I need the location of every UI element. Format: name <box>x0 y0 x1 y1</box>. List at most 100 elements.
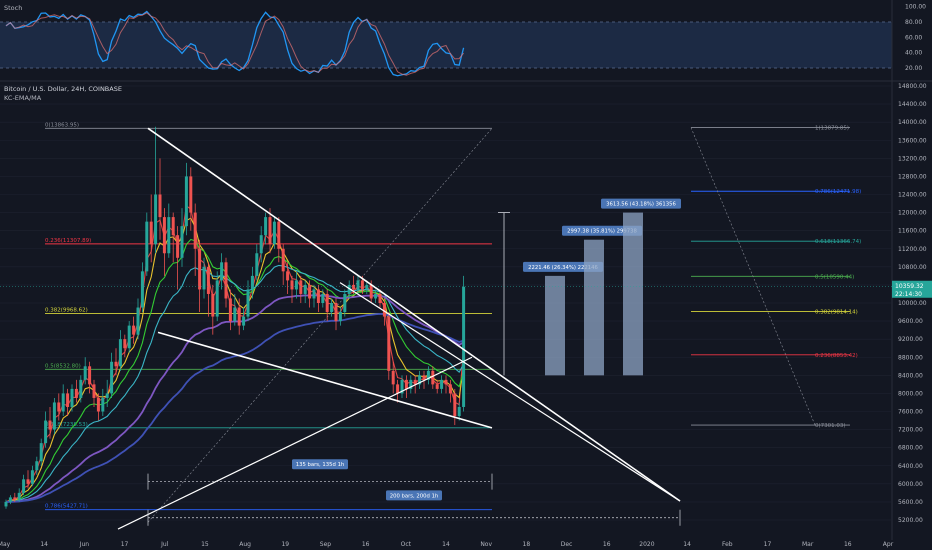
candle-body <box>224 262 228 299</box>
time-tick-label: 14 <box>683 541 691 548</box>
candle-body <box>132 325 136 335</box>
price-tick-label: 6000.00 <box>898 481 923 488</box>
price-tick-label: 7600.00 <box>898 409 923 416</box>
candle-body <box>237 307 241 326</box>
candle-body <box>35 461 39 471</box>
candle-body <box>264 217 268 236</box>
fib-level-label: 0.236(11307.89) <box>45 238 91 244</box>
time-tick-label: 14 <box>40 541 48 548</box>
candle-body <box>391 370 395 385</box>
candle-body <box>110 361 114 394</box>
price-tick-label: 8400.00 <box>898 372 923 379</box>
projection-bar[interactable] <box>623 212 643 376</box>
fib-level-label: 0.618(11366.74) <box>815 239 861 245</box>
candle-body <box>83 366 87 380</box>
candle-body <box>228 298 232 322</box>
fib-level-label: 0(13863.95) <box>45 122 79 128</box>
price-tick-label: 8000.00 <box>898 390 923 397</box>
candle-body <box>334 303 338 322</box>
candle-body <box>145 221 149 272</box>
candle-body <box>74 388 78 398</box>
price-tick-label: 12800.00 <box>898 173 927 180</box>
candle-body <box>277 221 281 249</box>
price-tick-label: 5600.00 <box>898 499 923 506</box>
candle-body <box>272 221 276 245</box>
candle-body <box>48 420 52 430</box>
projection-label: 3613.56 (43.18%) 361356 <box>606 202 676 208</box>
time-tick-label: 18 <box>523 541 531 548</box>
fib-level-label: 0(7301.03) <box>815 423 846 429</box>
candle-body <box>259 235 263 254</box>
price-tick-label: 6800.00 <box>898 445 923 452</box>
projection-bar[interactable] <box>584 239 604 376</box>
candle-body <box>176 235 180 258</box>
fib-level-label: 0.382(9968.62) <box>45 307 88 313</box>
candle-body <box>294 280 298 290</box>
candle-body <box>13 497 17 500</box>
candle-body <box>127 325 131 349</box>
date-range-label: 200 bars, 200d 1h <box>390 493 439 499</box>
price-tick-label: 11600.00 <box>898 228 927 235</box>
candle-body <box>202 266 206 290</box>
time-tick-label: Feb <box>722 541 733 548</box>
candle-body <box>171 217 175 236</box>
candle-body <box>316 289 320 303</box>
time-tick-label: 17 <box>121 541 129 548</box>
stoch-tick-label: 20.00 <box>905 65 922 72</box>
price-tick-label: 14000.00 <box>898 119 927 126</box>
current-price-label: 10359.32 <box>895 283 924 290</box>
candle-body <box>356 280 360 290</box>
projection-bar[interactable] <box>545 275 565 376</box>
time-tick-label: May <box>0 541 11 548</box>
price-tick-label: 10800.00 <box>898 264 927 271</box>
candle-body <box>39 443 43 462</box>
candle-body <box>66 393 70 407</box>
time-tick-label: 17 <box>764 541 772 548</box>
candle-body <box>26 479 30 484</box>
candle-body <box>57 402 61 412</box>
time-tick-label: Dec <box>561 541 573 548</box>
candle-body <box>22 479 26 493</box>
candle-body <box>382 303 386 317</box>
candle-body <box>17 492 21 500</box>
price-tick-label: 13200.00 <box>898 155 927 162</box>
time-tick-label: Mar <box>802 541 814 548</box>
fib-level-label: 0.236(8853.42) <box>815 353 858 359</box>
fib-level-label: 0.5(8532.80) <box>45 363 81 369</box>
time-tick-label: Jul <box>160 541 169 548</box>
candle-body <box>312 289 316 299</box>
time-tick-label: 14 <box>442 541 450 548</box>
price-chart[interactable]: Stoch 100.0080.0060.0040.0020.00 Bitcoin… <box>0 0 932 550</box>
candle-body <box>444 379 448 385</box>
candle-body <box>184 176 188 227</box>
price-tick-label: 5200.00 <box>898 517 923 524</box>
candle-body <box>233 307 237 322</box>
candle-body <box>448 384 452 394</box>
candle-body <box>79 379 83 398</box>
candle-body <box>154 194 158 245</box>
price-tick-label: 10000.00 <box>898 300 927 307</box>
candle-body <box>70 388 74 407</box>
fib-level-label: 0.786(5427.71) <box>45 504 88 510</box>
candle-body <box>88 366 92 385</box>
price-tick-label: 7200.00 <box>898 427 923 434</box>
candle-body <box>149 221 153 245</box>
candle-body <box>246 289 250 317</box>
candle-body <box>404 379 408 389</box>
time-tick-label: Oct <box>401 541 412 548</box>
candle-body <box>374 293 378 299</box>
candle-body <box>281 248 285 272</box>
candle-body <box>101 397 105 412</box>
candle-body <box>211 293 215 317</box>
candle-body <box>321 293 325 303</box>
chart-background <box>0 0 932 550</box>
candle-body <box>330 303 334 313</box>
candle-body <box>242 316 246 326</box>
candle-body <box>92 384 96 398</box>
stoch-label: Stoch <box>4 4 22 12</box>
candle-body <box>198 248 202 290</box>
price-tick-label: 11200.00 <box>898 246 927 253</box>
price-tick-label: 8800.00 <box>898 354 923 361</box>
candle-body <box>268 217 272 245</box>
time-tick-label: Aug <box>239 541 251 548</box>
